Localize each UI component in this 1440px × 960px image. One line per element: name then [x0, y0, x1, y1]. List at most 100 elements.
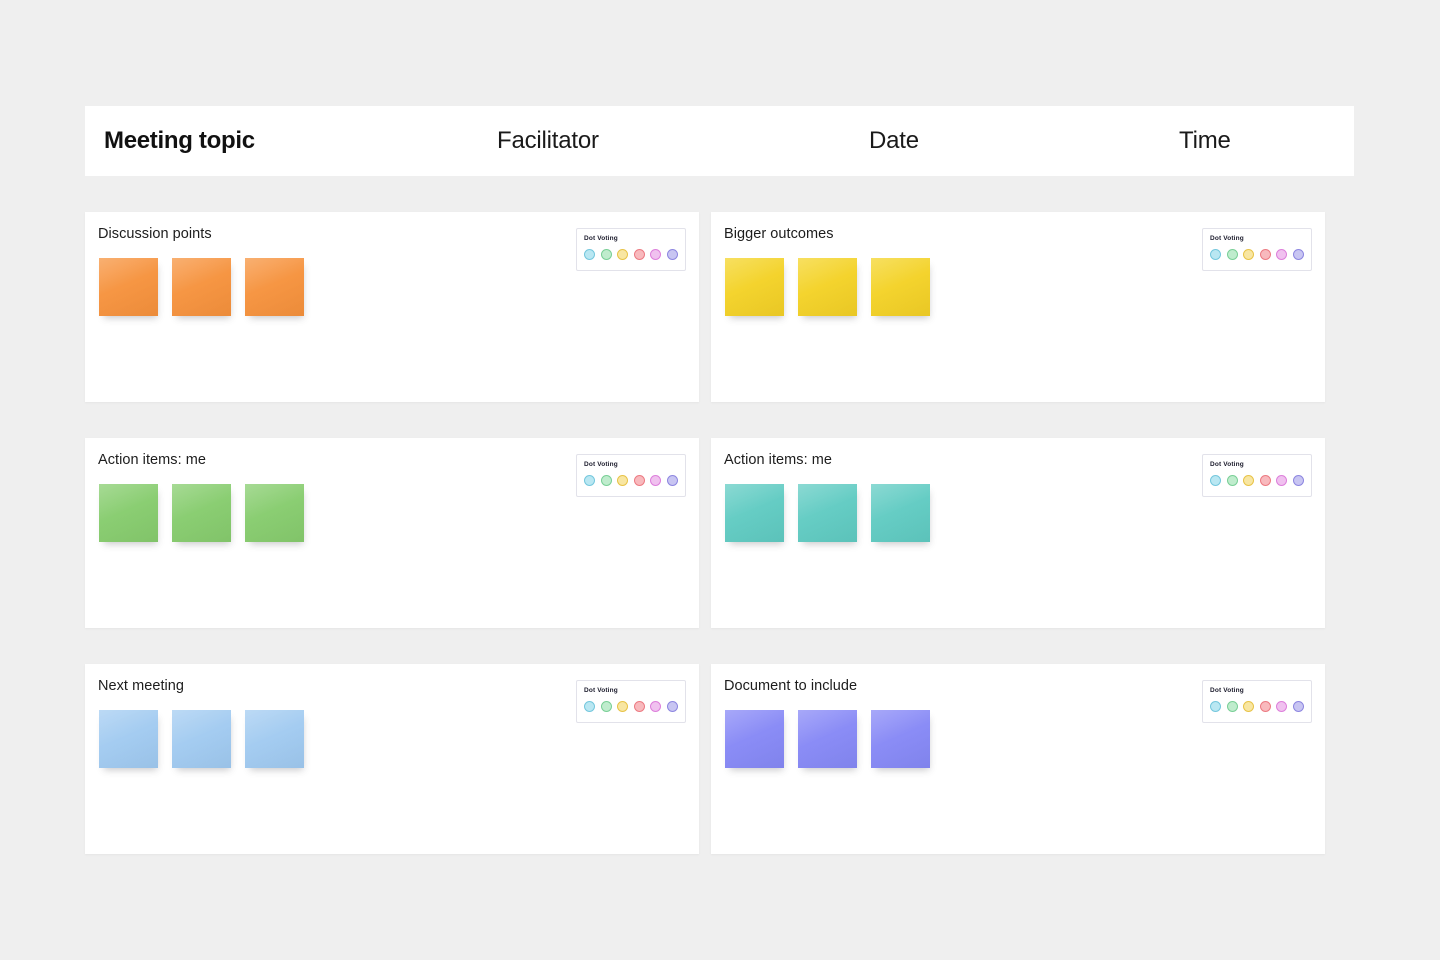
dot-magenta-icon[interactable] — [1276, 701, 1287, 712]
dot-green-icon[interactable] — [1226, 701, 1238, 712]
dot-purple-icon[interactable] — [666, 249, 678, 260]
dot-voting-widget[interactable]: Dot Voting — [1202, 680, 1312, 723]
sticky-note[interactable] — [871, 258, 930, 316]
sticky-note[interactable] — [798, 710, 857, 768]
section-card-next-meeting: Next meeting Dot Voting — [85, 664, 699, 854]
sticky-note-group — [99, 258, 304, 316]
dot-green-icon[interactable] — [1226, 249, 1238, 260]
dot-red-icon[interactable] — [1259, 249, 1271, 260]
dot-cyan-icon[interactable] — [1210, 249, 1221, 260]
dot-voting-title: Dot Voting — [1210, 235, 1244, 242]
dot-purple-icon[interactable] — [1292, 701, 1304, 712]
dot-voting-widget[interactable]: Dot Voting — [576, 680, 686, 723]
dot-red-icon[interactable] — [633, 475, 645, 486]
dot-voting-widget[interactable]: Dot Voting — [1202, 454, 1312, 497]
dot-magenta-icon[interactable] — [1276, 475, 1287, 486]
sticky-note-group — [725, 484, 930, 542]
header-cell-meeting-topic[interactable]: Meeting topic — [85, 106, 497, 176]
dot-voting-title: Dot Voting — [1210, 461, 1244, 468]
sticky-note[interactable] — [725, 710, 784, 768]
dot-purple-icon[interactable] — [666, 701, 678, 712]
dot-green-icon[interactable] — [600, 475, 612, 486]
header-cell-time[interactable]: Time — [1179, 106, 1354, 176]
section-title: Next meeting — [98, 678, 185, 694]
dot-cyan-icon[interactable] — [1210, 475, 1221, 486]
sticky-note[interactable] — [99, 484, 158, 542]
section-card-bigger-outcomes: Bigger outcomes Dot Voting — [711, 212, 1325, 402]
dot-cyan-icon[interactable] — [584, 475, 595, 486]
section-title: Document to include — [724, 678, 858, 694]
dot-yellow-icon[interactable] — [617, 249, 628, 260]
dot-voting-palette — [1210, 701, 1304, 712]
meeting-header-bar: Meeting topic Facilitator Date Time — [85, 106, 1354, 176]
sticky-note[interactable] — [172, 484, 231, 542]
section-card-action-items-me-right: Action items: me Dot Voting — [711, 438, 1325, 628]
dot-purple-icon[interactable] — [1292, 475, 1304, 486]
dot-red-icon[interactable] — [633, 701, 645, 712]
dot-magenta-icon[interactable] — [650, 249, 661, 260]
sticky-note[interactable] — [245, 258, 304, 316]
sticky-note-group — [99, 484, 304, 542]
sticky-note[interactable] — [798, 484, 857, 542]
section-title: Bigger outcomes — [724, 226, 834, 242]
dot-red-icon[interactable] — [1259, 475, 1271, 486]
sticky-note[interactable] — [172, 258, 231, 316]
section-card-document-to-include: Document to include Dot Voting — [711, 664, 1325, 854]
dot-yellow-icon[interactable] — [617, 701, 628, 712]
dot-magenta-icon[interactable] — [650, 701, 661, 712]
facilitator-label: Facilitator — [497, 127, 599, 154]
page-title: Meeting topic — [104, 127, 255, 154]
sticky-note[interactable] — [725, 484, 784, 542]
dot-cyan-icon[interactable] — [584, 249, 595, 260]
dot-magenta-icon[interactable] — [650, 475, 661, 486]
dot-voting-widget[interactable]: Dot Voting — [576, 454, 686, 497]
dot-green-icon[interactable] — [600, 249, 612, 260]
section-card-discussion-points: Discussion points Dot Voting — [85, 212, 699, 402]
meeting-board: Meeting topic Facilitator Date Time Disc… — [0, 0, 1440, 960]
dot-cyan-icon[interactable] — [1210, 701, 1221, 712]
dot-yellow-icon[interactable] — [617, 475, 628, 486]
dot-voting-palette — [1210, 475, 1304, 486]
sticky-note-group — [725, 710, 930, 768]
dot-purple-icon[interactable] — [666, 475, 678, 486]
time-label: Time — [1179, 127, 1231, 154]
sticky-note[interactable] — [99, 710, 158, 768]
section-title: Discussion points — [98, 226, 212, 242]
dot-yellow-icon[interactable] — [1243, 249, 1254, 260]
dot-cyan-icon[interactable] — [584, 701, 595, 712]
sticky-note[interactable] — [99, 258, 158, 316]
dot-voting-palette — [584, 701, 678, 712]
sticky-note[interactable] — [172, 710, 231, 768]
sticky-note-group — [99, 710, 304, 768]
dot-voting-title: Dot Voting — [584, 235, 618, 242]
date-label: Date — [869, 127, 919, 154]
sticky-note[interactable] — [245, 484, 304, 542]
dot-voting-title: Dot Voting — [584, 461, 618, 468]
dot-voting-title: Dot Voting — [1210, 687, 1244, 694]
dot-purple-icon[interactable] — [1292, 249, 1304, 260]
sticky-note[interactable] — [725, 258, 784, 316]
section-title: Action items: me — [98, 452, 206, 468]
dot-magenta-icon[interactable] — [1276, 249, 1287, 260]
dot-red-icon[interactable] — [1259, 701, 1271, 712]
dot-green-icon[interactable] — [600, 701, 612, 712]
dot-voting-palette — [584, 475, 678, 486]
sticky-note-group — [725, 258, 930, 316]
section-card-action-items-me-left: Action items: me Dot Voting — [85, 438, 699, 628]
header-cell-facilitator[interactable]: Facilitator — [497, 106, 869, 176]
dot-voting-palette — [1210, 249, 1304, 260]
dot-red-icon[interactable] — [633, 249, 645, 260]
dot-voting-widget[interactable]: Dot Voting — [576, 228, 686, 271]
dot-yellow-icon[interactable] — [1243, 701, 1254, 712]
sticky-note[interactable] — [871, 484, 930, 542]
sticky-note[interactable] — [798, 258, 857, 316]
dot-green-icon[interactable] — [1226, 475, 1238, 486]
sticky-note[interactable] — [245, 710, 304, 768]
section-title: Action items: me — [724, 452, 832, 468]
dot-voting-title: Dot Voting — [584, 687, 618, 694]
header-cell-date[interactable]: Date — [869, 106, 1179, 176]
dot-yellow-icon[interactable] — [1243, 475, 1254, 486]
sticky-note[interactable] — [871, 710, 930, 768]
dot-voting-palette — [584, 249, 678, 260]
dot-voting-widget[interactable]: Dot Voting — [1202, 228, 1312, 271]
